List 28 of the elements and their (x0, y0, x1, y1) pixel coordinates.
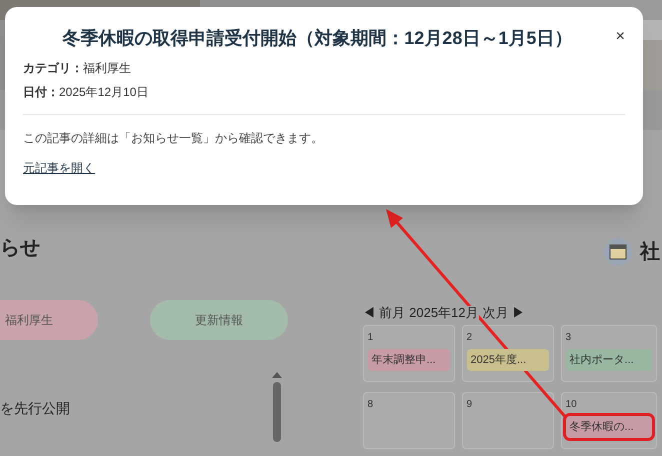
dialog-note: この記事の詳細は「お知らせ一覧」から確認できます。 (23, 130, 324, 146)
original-article-link[interactable]: 元記事を開く (23, 158, 95, 176)
day-number: 9 (466, 398, 474, 412)
day-number: 8 (368, 398, 374, 412)
prev-month-link[interactable]: ◀ 前月 (362, 306, 406, 319)
filter-chip[interactable]: 更新情報 (150, 300, 288, 340)
day-number: 3 (566, 331, 572, 345)
scrollbar[interactable] (272, 372, 282, 442)
field-label: カテゴリ： (23, 62, 83, 74)
field-label: 日付： (23, 86, 59, 98)
section-heading: らせ (0, 238, 41, 258)
calendar-event[interactable]: 冬季休暇の... (566, 416, 652, 438)
calendar-event[interactable]: 社内ポータ... (566, 349, 652, 371)
calendar-event[interactable]: 年末調整申... (368, 349, 450, 371)
field-value: 福利厚生 (83, 62, 131, 74)
calendar-event[interactable]: 2025年度... (466, 349, 549, 371)
day-number: 10 (566, 398, 578, 412)
close-button[interactable]: × (616, 29, 625, 45)
news-title[interactable]: を先行公開 (0, 398, 272, 419)
day-number: 1 (368, 331, 374, 345)
dialog-title: 冬季休暇の取得申請受付開始（対象期間：12月28日～1月5日） (61, 27, 574, 50)
section-heading: 社 (640, 242, 660, 262)
filter-chip[interactable]: 福利厚生 (0, 300, 98, 340)
month-label: 2025年12月 (409, 306, 479, 319)
next-month-link[interactable]: 次月 ▶ (482, 306, 526, 319)
field-value: 2025年12月10日 (59, 86, 148, 98)
calendar-icon (604, 238, 632, 266)
day-number: 2 (466, 331, 474, 345)
